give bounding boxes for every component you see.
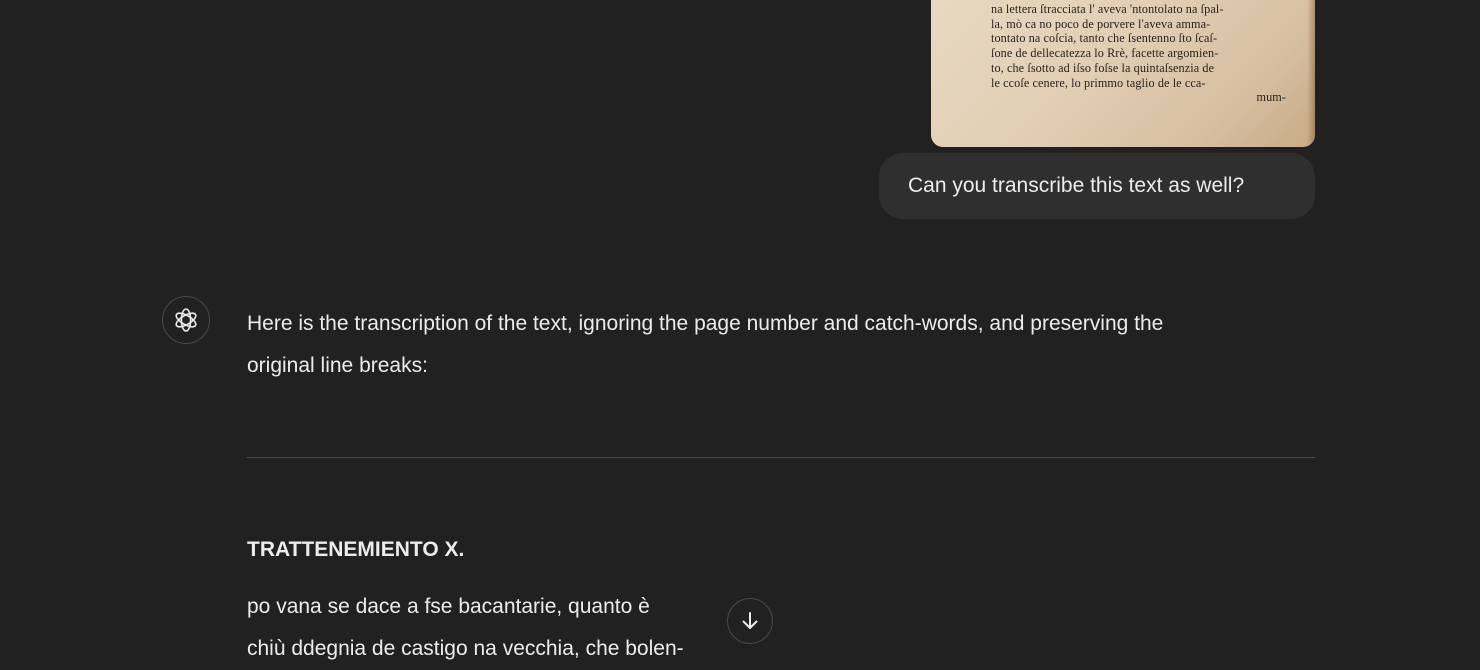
scan-line: le ccoſe cenere, lo primmo taglio de le …: [991, 75, 1206, 90]
transcription-body: po vana se dace a fse bacantarie, quanto…: [247, 586, 684, 670]
arrow-down-icon: [742, 612, 758, 629]
scan-line: na lettera ſtracciata l' aveva 'ntontola…: [991, 2, 1224, 16]
user-message-text: Can you transcribe this text as well?: [908, 174, 1245, 197]
assistant-intro: Here is the transcription of the text, i…: [247, 303, 1322, 387]
divider: [247, 457, 1315, 458]
scan-line-catchword: mum-: [1256, 90, 1286, 105]
scanned-text: na lettera ſtracciata l' aveva 'ntontola…: [991, 2, 1286, 105]
attached-page-image[interactable]: na lettera ſtracciata l' aveva 'ntontola…: [931, 0, 1315, 147]
intro-line: original line breaks:: [247, 354, 428, 377]
scan-line: ſone de dellecatezza lo Rrè, facette arg…: [991, 46, 1219, 61]
transcription-line: po vana se dace a fse bacantarie, quanto…: [247, 595, 650, 618]
scan-line: to, che ſsotto ad iſso foſse la quintaſs…: [991, 60, 1215, 75]
scan-line: la, mò ca no poco de porvere l'aveva amm…: [991, 16, 1211, 31]
transcription-heading: TRATTENEMIENTO X.: [247, 538, 465, 561]
scan-line: tontato na coſcia, tanto che ſsentenno ſ…: [991, 31, 1218, 46]
assistant-avatar: [162, 296, 210, 344]
user-message-bubble: Can you transcribe this text as well?: [879, 153, 1315, 219]
scroll-to-bottom-button[interactable]: [727, 598, 773, 644]
intro-line: Here is the transcription of the text, i…: [247, 312, 1164, 335]
transcription-line: chiù ddegnia de castigo na vecchia, che …: [247, 637, 684, 660]
openai-logo-icon: [175, 308, 197, 332]
